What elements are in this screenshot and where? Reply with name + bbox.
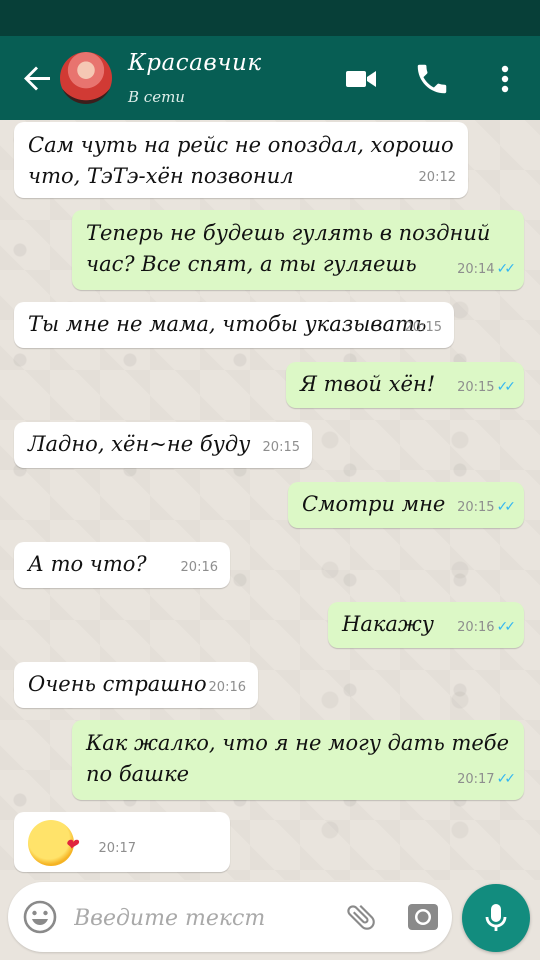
message-time: 20:15 [404,320,442,335]
message-time: 20:16 [180,560,218,575]
status-bar [0,0,540,36]
message-incoming[interactable]: Ладно, хён~не буду 20:15 [14,422,312,468]
camera-icon [408,904,438,930]
double-check-icon: ✓✓ [496,771,517,787]
kissing-face-with-heart-icon [28,820,78,866]
smiley-icon [23,900,57,934]
camera-button[interactable] [406,900,440,934]
message-time: 20:16 [208,680,246,695]
message-time: 20:12 [418,170,456,185]
microphone-icon [485,904,507,931]
video-call-button[interactable] [342,60,380,98]
phone-icon [417,64,447,94]
message-incoming[interactable]: Ты мне не мама, чтобы указывать 20:15 [14,302,454,348]
message-incoming[interactable]: А то что? 20:16 [14,542,230,588]
message-time: 20:14 [457,262,495,277]
contact-status: В сети [128,88,185,106]
message-time: 20:15 [457,380,495,395]
paperclip-icon [347,904,375,930]
message-incoming[interactable]: 20:17 [14,812,230,872]
message-incoming[interactable]: Очень страшно 20:16 [14,662,258,708]
message-outgoing[interactable]: Смотри мне 20:15 ✓✓ [288,482,524,528]
video-camera-icon [346,71,376,87]
message-time: 20:16 [457,620,495,635]
message-incoming[interactable]: Сам чуть на рейс не опоздал, хорошо что,… [14,122,468,198]
message-list[interactable]: Сам чуть на рейс не опоздал, хорошо что,… [0,120,540,880]
message-text: Теперь не будешь гулять в поздний час? В… [86,221,491,276]
voice-message-button[interactable] [462,884,530,952]
back-button[interactable] [20,60,56,96]
double-check-icon: ✓✓ [496,379,517,395]
message-time: 20:15 [262,440,300,455]
message-outgoing[interactable]: Накажу 20:16 ✓✓ [328,602,524,648]
chat-header: Красавчик В сети [0,36,540,120]
more-vertical-icon [501,65,509,93]
double-check-icon: ✓✓ [496,619,517,635]
emoji-button[interactable] [22,899,58,935]
attach-button[interactable] [344,900,378,934]
message-text: Ты мне не мама, чтобы указывать [28,312,427,336]
voice-call-button[interactable] [413,60,451,98]
contact-name[interactable]: Красавчик [128,50,262,76]
message-text: Как жалко, что я не могу дать тебе по ба… [86,731,510,786]
message-time: 20:17 [457,772,495,787]
message-outgoing[interactable]: Теперь не будешь гулять в поздний час? В… [72,210,524,290]
message-input[interactable] [74,898,334,938]
message-outgoing[interactable]: Я твой хён! 20:15 ✓✓ [286,362,524,408]
contact-avatar[interactable] [60,52,112,104]
message-time: 20:15 [457,500,495,515]
double-check-icon: ✓✓ [496,499,517,515]
arrow-left-icon [24,66,50,91]
double-check-icon: ✓✓ [496,261,517,277]
message-text: Сам чуть на рейс не опоздал, хорошо что,… [28,133,454,188]
message-text: Ладно, хён~не буду [28,432,251,456]
more-options-button[interactable] [486,60,524,98]
message-time: 20:17 [98,841,136,856]
message-outgoing[interactable]: Как жалко, что я не могу дать тебе по ба… [72,720,524,800]
message-composer [8,882,452,952]
